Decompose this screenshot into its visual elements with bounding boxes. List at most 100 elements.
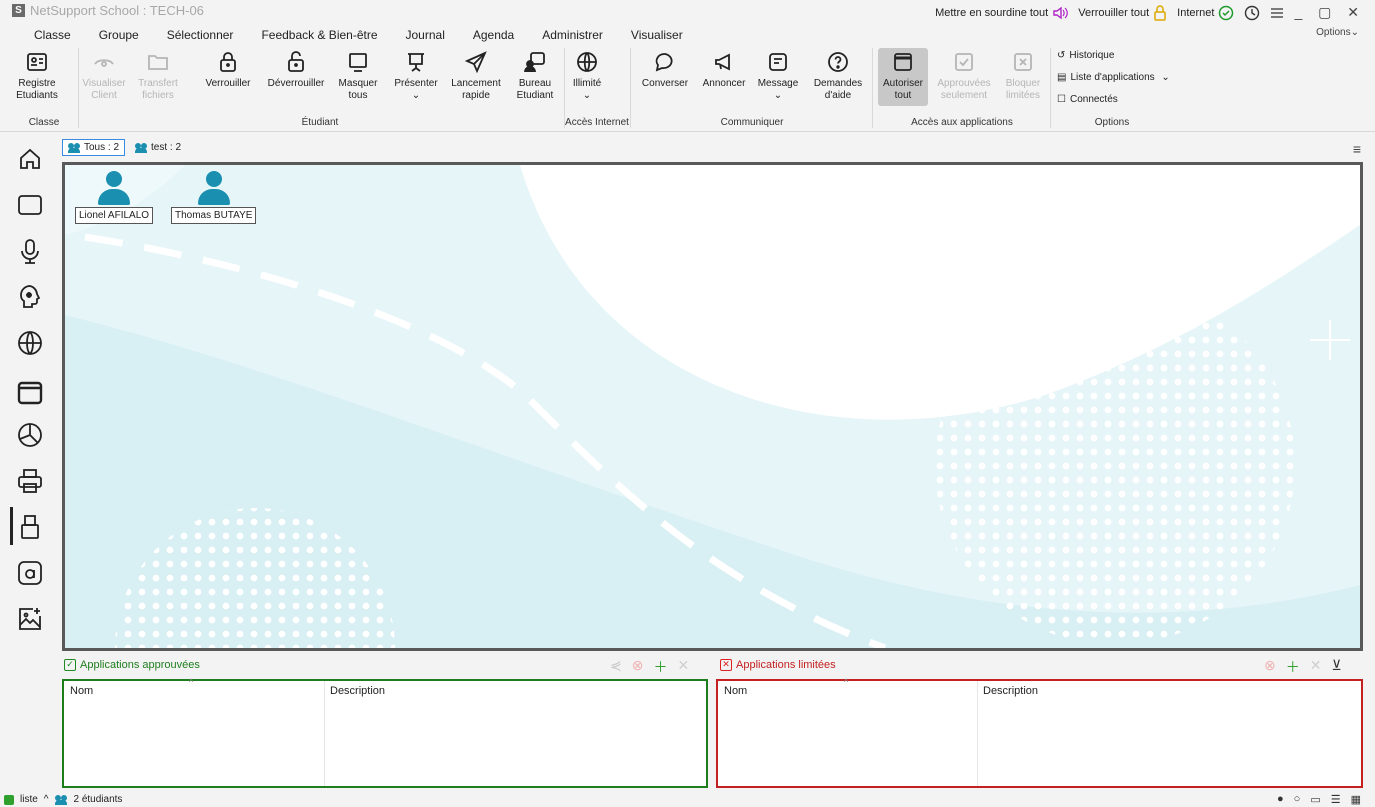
verrouiller-button[interactable]: Verrouiller <box>200 48 256 90</box>
bureau-etudiant-button[interactable]: Bureau Etudiant <box>510 48 560 102</box>
person-outline-icon[interactable]: ○ <box>1294 793 1301 806</box>
delete-icon[interactable]: ✕ <box>1310 657 1322 677</box>
column-header-name[interactable]: Nom <box>70 685 93 697</box>
person-filled-icon[interactable]: ● <box>1277 793 1284 806</box>
illimite-button[interactable]: Illimité ⌄ <box>568 48 606 102</box>
monitor-view-icon[interactable]: ▭ <box>1310 793 1320 806</box>
menu-journal[interactable]: Journal <box>392 24 459 46</box>
sidebar-item-screens[interactable] <box>16 191 48 223</box>
deverrouiller-button[interactable]: Déverrouiller <box>264 48 328 90</box>
limited-apps-table[interactable]: ^ Nom Description <box>716 677 1363 788</box>
share-icon[interactable]: ⋞ <box>610 657 622 677</box>
historique-option[interactable]: ↺ Historique <box>1057 50 1114 61</box>
import-icon[interactable]: ⊻ <box>1331 657 1341 677</box>
details-view-icon[interactable]: ☰ <box>1331 793 1341 806</box>
column-header-description[interactable]: Description <box>330 685 385 697</box>
chevron-down-icon: ⌄ <box>411 90 421 101</box>
clock-icon[interactable] <box>1244 5 1260 21</box>
autoriser-tout-button[interactable]: Autoriser tout <box>878 48 928 106</box>
grid-view-icon[interactable]: ▦ <box>1351 793 1361 806</box>
tab-test[interactable]: test : 2 <box>129 139 187 156</box>
globe-icon <box>18 331 42 355</box>
ribbon-separator <box>630 48 631 128</box>
approuvees-seulement-button[interactable]: Approuvées seulement <box>936 48 992 102</box>
menu-classe[interactable]: Classe <box>20 24 85 47</box>
sidebar-item-feedback[interactable] <box>16 283 48 315</box>
presenter-label: Présenter <box>394 78 438 89</box>
sidebar-item-printer[interactable] <box>16 467 48 499</box>
chevron-down-icon: ⌄ <box>1158 72 1170 83</box>
speaker-icon <box>1053 6 1069 19</box>
annoncer-button[interactable]: Annoncer <box>700 48 748 90</box>
limited-apps-title: Applications limitées <box>736 659 836 671</box>
lock-icon <box>1154 4 1166 21</box>
bloquer-limitees-button[interactable]: Bloquer limitées <box>1000 48 1046 102</box>
menu-icon[interactable] <box>1270 7 1284 19</box>
options-dropdown[interactable]: Options⌄ <box>1316 27 1359 38</box>
internet-status[interactable]: Internet <box>1177 5 1234 21</box>
add-icon[interactable]: ＋ <box>653 657 667 677</box>
chat-icon <box>655 53 673 72</box>
add-icon[interactable]: ＋ <box>1286 657 1300 677</box>
approved-apps-table[interactable]: ^ Nom Description <box>62 677 708 788</box>
checkbox-icon[interactable]: ☐ <box>1057 94 1066 105</box>
student-canvas[interactable]: Lionel AFILALO Thomas BUTAYE <box>62 162 1363 651</box>
column-header-name[interactable]: Nom <box>724 685 747 697</box>
delete-icon[interactable]: ✕ <box>677 657 689 677</box>
verrouiller-label: Verrouiller <box>205 78 251 89</box>
student-tile[interactable]: Lionel AFILALO <box>75 169 154 224</box>
sidebar-item-internet[interactable] <box>16 329 48 361</box>
chevron-up-icon[interactable]: ^ <box>44 794 49 805</box>
menu-selectionner[interactable]: Sélectionner <box>153 24 248 46</box>
lock-all-button[interactable]: Verrouiller tout <box>1078 4 1167 21</box>
student-tile[interactable]: Thomas BUTAYE <box>171 169 257 224</box>
window-controls[interactable]: _ ▢ ✕ <box>1294 4 1365 21</box>
liste-applications-option[interactable]: ▤ Liste d'applications ⌄ <box>1057 72 1170 83</box>
message-label: Message <box>757 78 799 89</box>
sidebar-item-keyboard[interactable] <box>16 559 48 591</box>
sidebar-item-applications[interactable] <box>16 379 48 411</box>
message-button[interactable]: Message ⌄ <box>756 48 800 102</box>
column-header-description[interactable]: Description <box>983 685 1038 697</box>
registre-button[interactable]: Registre Etudiants <box>14 48 60 102</box>
usb-icon <box>21 515 39 539</box>
view-mode-label[interactable]: liste <box>20 794 38 805</box>
remove-circle-icon[interactable]: ⊗ <box>632 657 644 677</box>
menu-agenda[interactable]: Agenda <box>459 24 528 46</box>
canvas-background <box>65 165 1360 648</box>
sidebar-item-audio[interactable] <box>16 237 48 269</box>
transfert-fichiers-button[interactable]: Transfert fichiers <box>136 48 180 102</box>
column-divider[interactable] <box>977 681 978 786</box>
visualiser-client-button[interactable]: Visualiser Client <box>82 48 126 102</box>
ribbon-separator <box>78 48 79 128</box>
sidebar-item-gallery[interactable] <box>16 605 48 637</box>
tab-tous[interactable]: Tous : 2 <box>62 139 126 156</box>
masquer-tous-button[interactable]: Masquer tous <box>336 48 380 102</box>
column-divider[interactable] <box>324 681 325 786</box>
app-window-icon <box>17 381 43 405</box>
remove-circle-icon[interactable]: ⊗ <box>1264 657 1276 677</box>
lancement-rapide-button[interactable]: Lancement rapide <box>450 48 502 102</box>
limited-apps-header: ✕ Applications limitées <box>720 659 836 671</box>
window-title: NetSupport School : TECH-06 <box>30 3 204 18</box>
connectes-option[interactable]: ☐ Connectés <box>1057 94 1118 105</box>
sidebar-item-home[interactable] <box>16 145 48 177</box>
menu-visualiser[interactable]: Visualiser <box>617 24 697 46</box>
student-avatar-icon <box>98 169 131 207</box>
presenter-button[interactable]: Présenter ⌄ <box>392 48 440 102</box>
sidebar-item-devices[interactable] <box>16 513 48 545</box>
demandes-aide-button[interactable]: Demandes d'aide <box>810 48 866 102</box>
menu-groupe[interactable]: Groupe <box>85 24 153 46</box>
menu-administrer[interactable]: Administrer <box>528 24 617 46</box>
image-add-icon <box>19 608 41 630</box>
sidebar-item-reports[interactable] <box>16 421 48 453</box>
group-label-acces-internet: Accès Internet <box>565 117 629 128</box>
sidebar-active-indicator <box>10 507 13 545</box>
message-icon <box>769 53 787 71</box>
view-menu-icon[interactable]: ≡ <box>1353 141 1361 157</box>
group-label-acces-apps: Accès aux applications <box>911 117 1013 128</box>
mute-all-button[interactable]: Mettre en sourdine tout <box>935 6 1069 20</box>
converser-button[interactable]: Converser <box>640 48 690 90</box>
approved-apps-title: Applications approuvées <box>80 659 200 671</box>
menu-feedback[interactable]: Feedback & Bien-être <box>247 24 391 46</box>
